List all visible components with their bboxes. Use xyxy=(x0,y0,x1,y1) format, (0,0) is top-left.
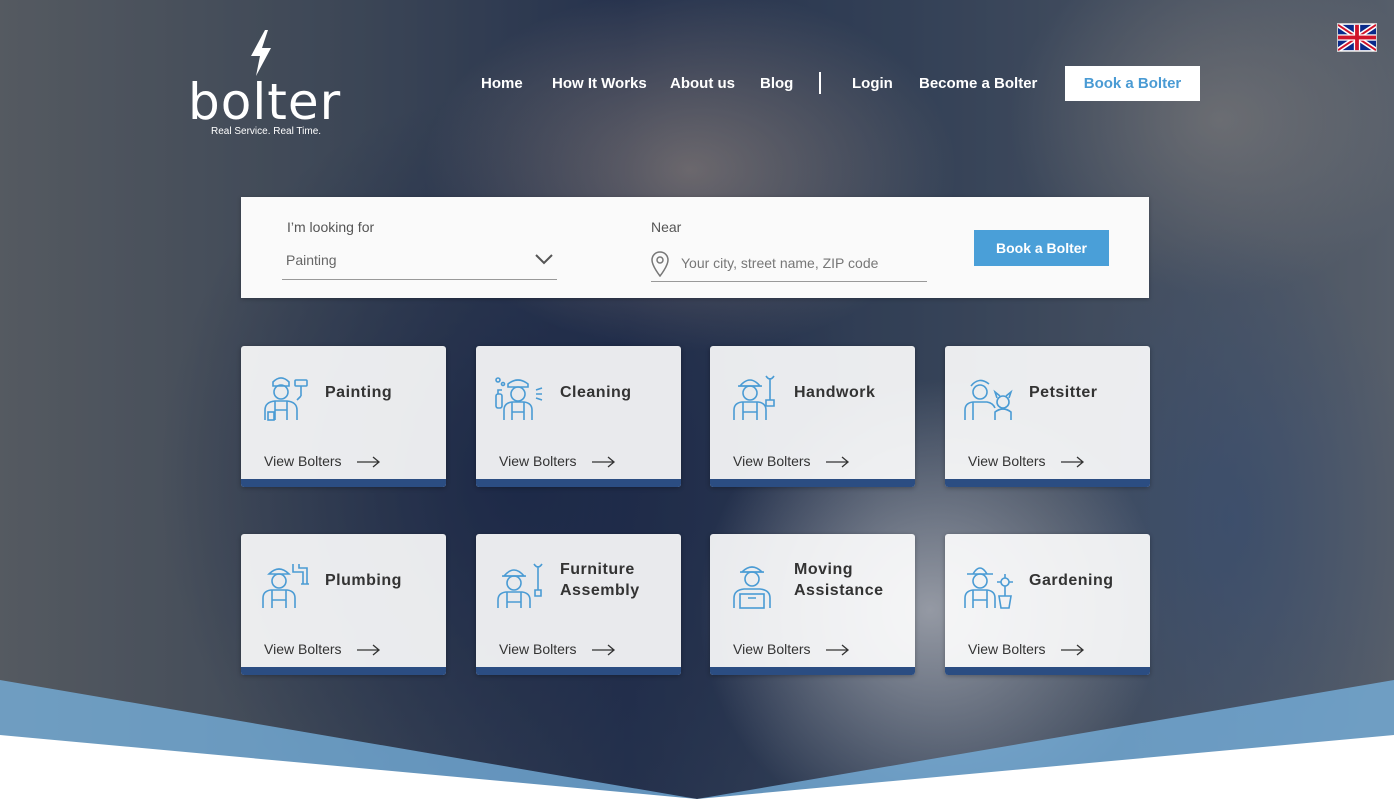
card-stripe xyxy=(710,479,915,487)
card-title-line-2: Assistance xyxy=(794,582,884,599)
arrow-right-icon[interactable] xyxy=(357,456,381,468)
near-label: Near xyxy=(651,219,682,235)
search-panel: I’m looking for Painting Near Your city,… xyxy=(241,197,1149,298)
cleaner-icon xyxy=(495,377,543,420)
nav-about-us[interactable]: About us xyxy=(670,75,735,92)
category-card-cleaning[interactable]: Cleaning View Bolters xyxy=(476,346,681,487)
handyman-icon xyxy=(733,375,775,420)
plumber-icon xyxy=(262,564,309,608)
gardener-icon xyxy=(964,567,1013,609)
card-stripe xyxy=(945,667,1150,675)
service-select[interactable]: Painting xyxy=(286,252,337,268)
card-stripe xyxy=(241,479,446,487)
view-bolters-link[interactable]: View Bolters xyxy=(968,641,1046,657)
view-bolters-link[interactable]: View Bolters xyxy=(499,641,577,657)
location-input-underline xyxy=(651,281,927,282)
arrow-right-icon[interactable] xyxy=(1061,456,1085,468)
service-select-underline xyxy=(282,279,557,280)
category-card-painting[interactable]: Painting View Bolters xyxy=(241,346,446,487)
category-card-furniture-assembly[interactable]: Furniture Assembly View Bolters xyxy=(476,534,681,675)
card-title-line-2: Assembly xyxy=(560,582,640,599)
card-stripe xyxy=(710,667,915,675)
arrow-right-icon[interactable] xyxy=(592,456,616,468)
category-card-plumbing[interactable]: Plumbing View Bolters xyxy=(241,534,446,675)
uk-flag-icon[interactable] xyxy=(1337,23,1377,52)
view-bolters-link[interactable]: View Bolters xyxy=(264,453,342,469)
arrow-right-icon[interactable] xyxy=(826,456,850,468)
card-title: Handwork xyxy=(794,384,876,401)
bolter-logo[interactable]: bolter Real Service. Real Time. xyxy=(188,30,348,140)
nav-how-it-works[interactable]: How It Works xyxy=(552,75,647,92)
card-title-line-1: Furniture xyxy=(560,561,635,578)
card-stripe xyxy=(241,667,446,675)
category-card-moving-assistance[interactable]: Moving Assistance View Bolters xyxy=(710,534,915,675)
lightning-bolt-icon xyxy=(251,30,271,76)
chevron-down-icon[interactable] xyxy=(534,253,554,265)
card-stripe xyxy=(476,479,681,487)
book-a-bolter-header-button[interactable]: Book a Bolter xyxy=(1065,66,1200,101)
arrow-right-icon[interactable] xyxy=(1061,644,1085,656)
petsitter-icon xyxy=(964,379,1013,420)
category-card-gardening[interactable]: Gardening View Bolters xyxy=(945,534,1150,675)
book-a-bolter-search-button[interactable]: Book a Bolter xyxy=(974,230,1109,266)
location-input[interactable]: Your city, street name, ZIP code xyxy=(681,255,878,271)
assembler-icon xyxy=(497,563,543,608)
looking-for-label: I’m looking for xyxy=(287,219,375,235)
card-title: Cleaning xyxy=(560,384,632,401)
nav-home[interactable]: Home xyxy=(481,75,523,92)
arrow-right-icon[interactable] xyxy=(357,644,381,656)
card-title: Painting xyxy=(325,384,393,401)
arrow-right-icon[interactable] xyxy=(826,644,850,656)
category-card-handwork[interactable]: Handwork View Bolters xyxy=(710,346,915,487)
brand-tagline: Real Service. Real Time. xyxy=(211,126,322,137)
mover-icon xyxy=(733,566,771,609)
card-stripe xyxy=(476,667,681,675)
view-bolters-link[interactable]: View Bolters xyxy=(968,453,1046,469)
nav-blog[interactable]: Blog xyxy=(760,75,793,92)
category-card-petsitter[interactable]: Petsitter View Bolters xyxy=(945,346,1150,487)
arrow-right-icon[interactable] xyxy=(592,644,616,656)
view-bolters-link[interactable]: View Bolters xyxy=(733,453,811,469)
view-bolters-link[interactable]: View Bolters xyxy=(499,453,577,469)
location-pin-icon xyxy=(651,251,669,277)
view-bolters-link[interactable]: View Bolters xyxy=(264,641,342,657)
card-title: Gardening xyxy=(1029,572,1114,589)
card-stripe xyxy=(945,479,1150,487)
card-title: Petsitter xyxy=(1029,384,1098,401)
view-bolters-link[interactable]: View Bolters xyxy=(733,641,811,657)
brand-name: bolter xyxy=(188,73,342,131)
nav-divider xyxy=(819,72,821,94)
card-title-line-1: Moving xyxy=(794,561,853,578)
nav-login[interactable]: Login xyxy=(852,75,893,92)
card-title: Plumbing xyxy=(325,572,402,589)
nav-become-a-bolter[interactable]: Become a Bolter xyxy=(919,75,1037,92)
painter-icon xyxy=(264,377,308,421)
